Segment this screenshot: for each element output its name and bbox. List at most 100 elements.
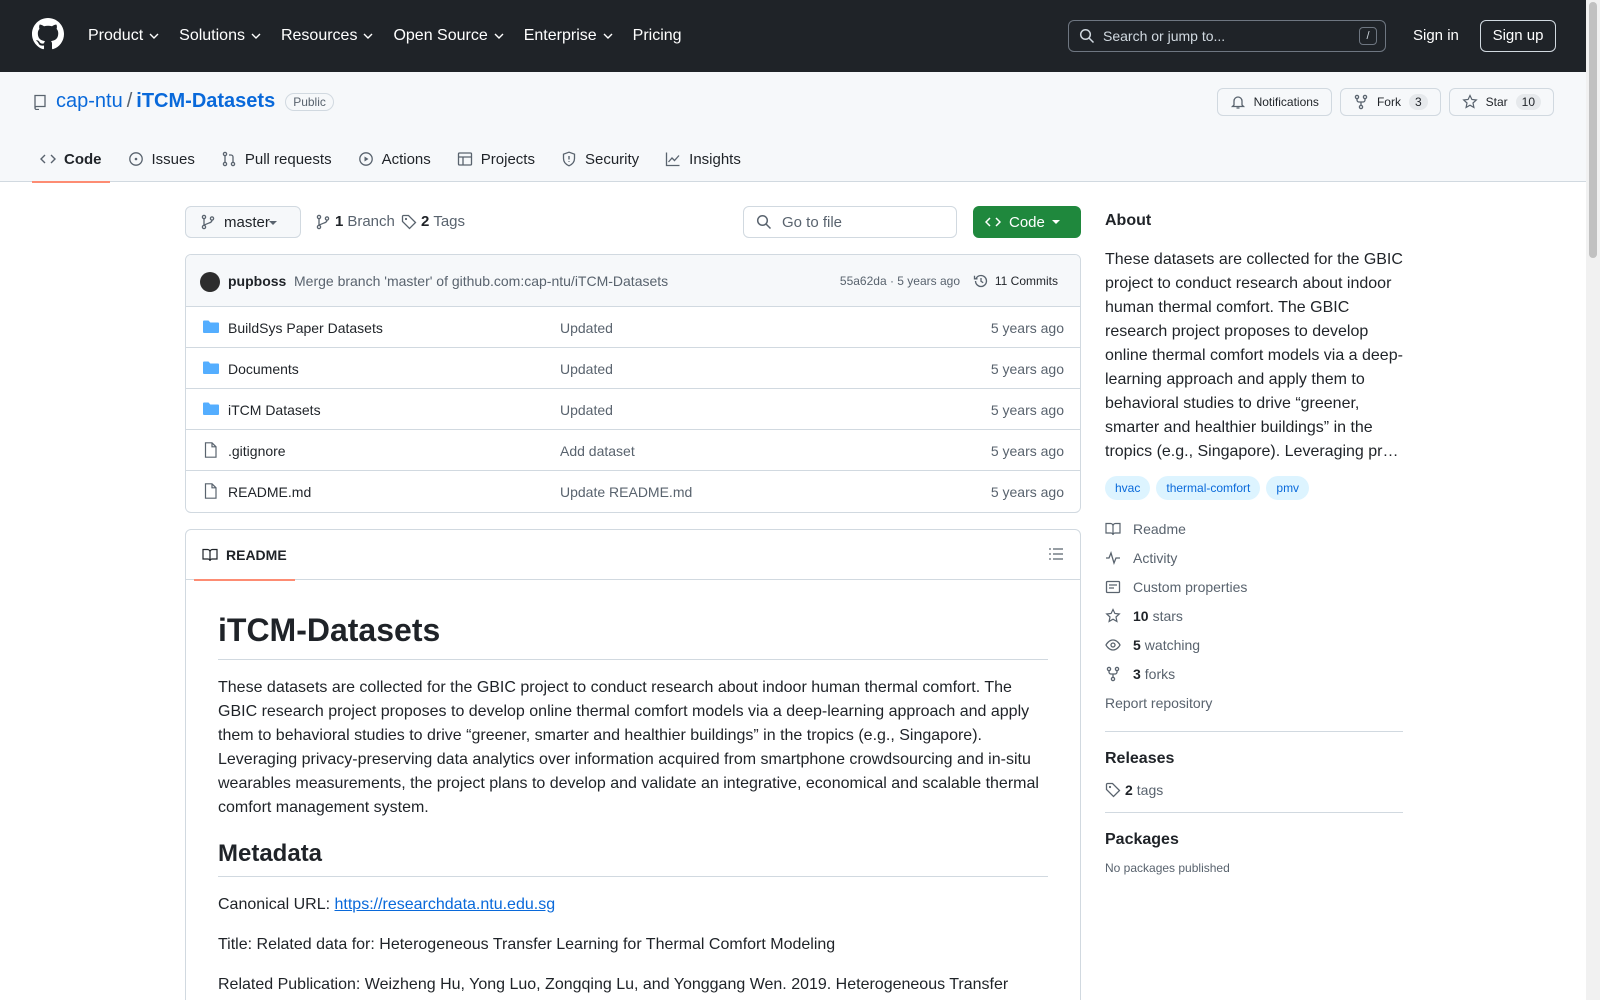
nav-solutions[interactable]: Solutions — [179, 27, 261, 45]
readme-header: README — [186, 530, 1080, 581]
issue-icon — [128, 152, 143, 166]
notifications-button[interactable]: Notifications — [1216, 88, 1332, 116]
history-icon — [973, 274, 987, 288]
file-name-link[interactable]: Documents — [228, 361, 299, 377]
branch-count: 1 — [335, 213, 344, 230]
packages-empty-text: No packages published — [1105, 861, 1230, 875]
folder-icon — [203, 361, 219, 374]
tab-insights[interactable]: Insights — [657, 136, 749, 182]
nav-product-label: Product — [88, 27, 144, 44]
commit-author-link[interactable]: pupboss — [228, 273, 286, 289]
file-row[interactable]: Documents Updated 5 years ago — [186, 348, 1080, 389]
commits-history-link[interactable]: 11 Commits — [965, 267, 1066, 295]
chevron-down-icon — [251, 33, 261, 39]
nav-enterprise[interactable]: Enterprise — [524, 27, 613, 45]
code-icon — [985, 217, 1001, 227]
canonical-url-label: Canonical URL: — [218, 896, 335, 913]
readme-link[interactable]: Readme — [1105, 514, 1403, 543]
stars-link[interactable]: 10 stars — [1105, 601, 1403, 630]
release-tags-label: tags — [1136, 782, 1164, 798]
star-button[interactable]: Star 10 — [1448, 88, 1554, 116]
topic-tag[interactable]: thermal-comfort — [1156, 476, 1261, 500]
repo-owner-link[interactable]: cap-ntu — [56, 90, 123, 113]
repo-title: cap-ntu / iTCM-Datasets Public — [32, 90, 334, 113]
tab-projects[interactable]: Projects — [449, 136, 543, 182]
global-search-input[interactable]: Search or jump to... / — [1068, 20, 1386, 52]
file-name-link[interactable]: BuildSys Paper Datasets — [228, 320, 383, 336]
chevron-down-icon — [603, 33, 613, 39]
watchers-link[interactable]: 5 watching — [1105, 630, 1403, 659]
sign-up-button[interactable]: Sign up — [1480, 20, 1556, 52]
packages-title[interactable]: Packages — [1105, 831, 1403, 849]
file-commit-message[interactable]: Updated — [560, 361, 613, 377]
readme-tab[interactable]: README — [194, 530, 295, 581]
tab-code[interactable]: Code — [32, 136, 110, 183]
file-row[interactable]: iTCM Datasets Updated 5 years ago — [186, 389, 1080, 430]
fork-button[interactable]: Fork 3 — [1339, 88, 1441, 116]
file-name-link[interactable]: iTCM Datasets — [228, 402, 321, 418]
file-row[interactable]: .gitignore Add dataset 5 years ago — [186, 430, 1080, 471]
file-commit-message[interactable]: Updated — [560, 320, 613, 336]
note-icon — [1105, 580, 1121, 593]
file-name-link[interactable]: .gitignore — [228, 443, 286, 459]
nav-resources-label: Resources — [280, 27, 358, 44]
pulse-icon — [1106, 550, 1120, 565]
canonical-url-link[interactable]: https://researchdata.ntu.edu.sg — [335, 896, 556, 913]
releases-title[interactable]: Releases — [1105, 750, 1403, 768]
topic-tag[interactable]: hvac — [1105, 476, 1151, 500]
forks-link[interactable]: 3 forks — [1105, 659, 1403, 688]
folder-icon — [203, 320, 219, 333]
file-row[interactable]: README.md Update README.md 5 years ago — [186, 471, 1080, 512]
readme-link-label: Readme — [1133, 520, 1186, 537]
code-dropdown-button[interactable]: Code — [973, 206, 1081, 238]
search-shortcut-key: / — [1359, 27, 1377, 45]
nav-resources[interactable]: Resources — [281, 27, 373, 45]
search-icon — [1079, 28, 1095, 44]
release-tags-link[interactable]: 2 tags — [1105, 782, 1403, 798]
file-name-link[interactable]: README.md — [228, 484, 311, 500]
nav-pricing[interactable]: Pricing — [633, 27, 682, 45]
readme-content: iTCM-Datasets These datasets are collect… — [186, 580, 1080, 1000]
branch-select-button[interactable]: master — [185, 206, 301, 238]
file-row[interactable]: BuildSys Paper Datasets Updated 5 years … — [186, 307, 1080, 348]
file-browser: pupboss Merge branch 'master' of github.… — [185, 254, 1081, 513]
star-label: Star — [1485, 95, 1508, 109]
repo-name-link[interactable]: iTCM-Datasets — [136, 90, 275, 113]
canonical-url-line: Canonical URL: https://researchdata.ntu.… — [218, 893, 1048, 917]
activity-link[interactable]: Activity — [1105, 543, 1403, 572]
go-to-file-input[interactable]: Go to file — [743, 206, 957, 238]
custom-properties-link[interactable]: Custom properties — [1105, 572, 1403, 601]
tab-actions[interactable]: Actions — [350, 136, 439, 182]
branches-link[interactable]: 1 Branch — [315, 213, 395, 230]
tab-projects-label: Projects — [480, 150, 535, 168]
scrollbar-thumb[interactable] — [1589, 2, 1597, 258]
file-commit-message[interactable]: Updated — [560, 402, 613, 418]
search-icon — [756, 214, 772, 230]
tab-issues[interactable]: Issues — [120, 136, 203, 182]
tags-link[interactable]: 2 Tags — [401, 213, 465, 230]
tab-pull-requests[interactable]: Pull requests — [213, 136, 340, 182]
nav-product[interactable]: Product — [88, 27, 159, 45]
caret-down-icon — [1052, 220, 1060, 224]
topic-tag[interactable]: pmv — [1266, 476, 1310, 500]
commit-message-link[interactable]: Merge branch 'master' of github.com:cap-… — [294, 273, 668, 289]
tab-security[interactable]: Security — [553, 136, 647, 182]
github-logo-icon[interactable] — [32, 18, 64, 50]
list-outline-icon[interactable] — [1048, 546, 1064, 562]
nav-open-source[interactable]: Open Source — [393, 27, 504, 45]
stars-count: 10 — [1133, 607, 1149, 624]
graph-icon — [666, 152, 680, 167]
forks-count: 3 — [1133, 665, 1141, 682]
repo-sidebar: About These datasets are collected for t… — [1105, 206, 1403, 875]
tab-security-label: Security — [584, 150, 640, 168]
tab-code-label: Code — [64, 150, 102, 168]
file-commit-message[interactable]: Add dataset — [560, 443, 635, 459]
report-repository-link[interactable]: Report repository — [1105, 688, 1403, 717]
readme-intro: These datasets are collected for the GBI… — [218, 679, 1039, 816]
file-commit-message[interactable]: Update README.md — [560, 484, 692, 500]
avatar[interactable] — [200, 272, 220, 292]
page-scrollbar[interactable] — [1586, 0, 1600, 1000]
code-button-label: Code — [1009, 213, 1045, 231]
sign-in-link[interactable]: Sign in — [1413, 27, 1459, 44]
forks-label: forks — [1144, 665, 1176, 682]
